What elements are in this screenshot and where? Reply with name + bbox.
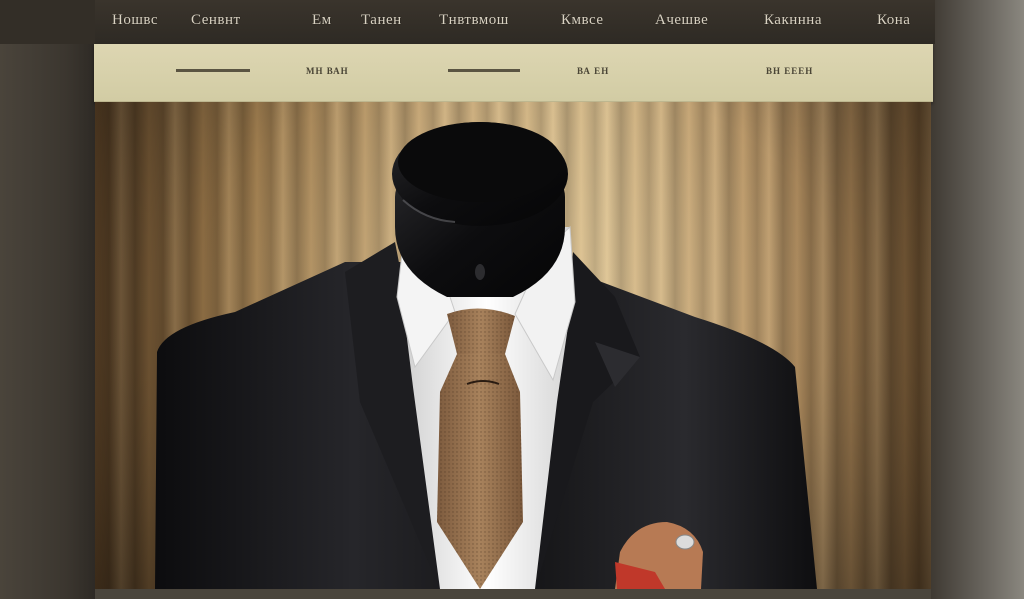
sub-navigation-bar: МН ВАН ВА ЕН ВН ЕЕЕН bbox=[94, 44, 933, 102]
sub-nav-item-1[interactable] bbox=[176, 66, 250, 72]
top-nav-left-area bbox=[0, 0, 95, 44]
page-background-left bbox=[0, 0, 95, 599]
top-nav-item-9[interactable]: Кона bbox=[877, 12, 910, 29]
page-background-right bbox=[929, 0, 1024, 599]
sub-nav-item-5[interactable]: ВН ЕЕЕН bbox=[766, 66, 813, 76]
hero-image bbox=[95, 102, 931, 589]
top-nav-item-6[interactable]: Кмвсе bbox=[561, 12, 604, 29]
top-nav-item-7[interactable]: Ачешве bbox=[655, 12, 708, 29]
sub-nav-item-2[interactable]: МН ВАН bbox=[306, 66, 349, 76]
sub-nav-item-1-line bbox=[176, 69, 250, 72]
top-nav-item-8[interactable]: Какннна bbox=[764, 12, 822, 29]
sub-nav-item-3-line bbox=[448, 69, 520, 72]
sub-nav-item-3[interactable] bbox=[448, 66, 520, 72]
sub-nav-item-4[interactable]: ВА ЕН bbox=[577, 66, 609, 76]
top-nav-item-1[interactable]: Ношвс bbox=[112, 12, 158, 29]
top-nav-item-3[interactable]: Ем bbox=[312, 12, 332, 29]
page-footer-strip bbox=[95, 589, 931, 599]
mannequin-suit-illustration bbox=[155, 122, 817, 589]
top-nav-item-2[interactable]: Сенвнт bbox=[191, 12, 241, 29]
top-nav-item-4[interactable]: Танен bbox=[361, 12, 402, 29]
top-nav-item-5[interactable]: Тнвтвмош bbox=[439, 12, 509, 29]
